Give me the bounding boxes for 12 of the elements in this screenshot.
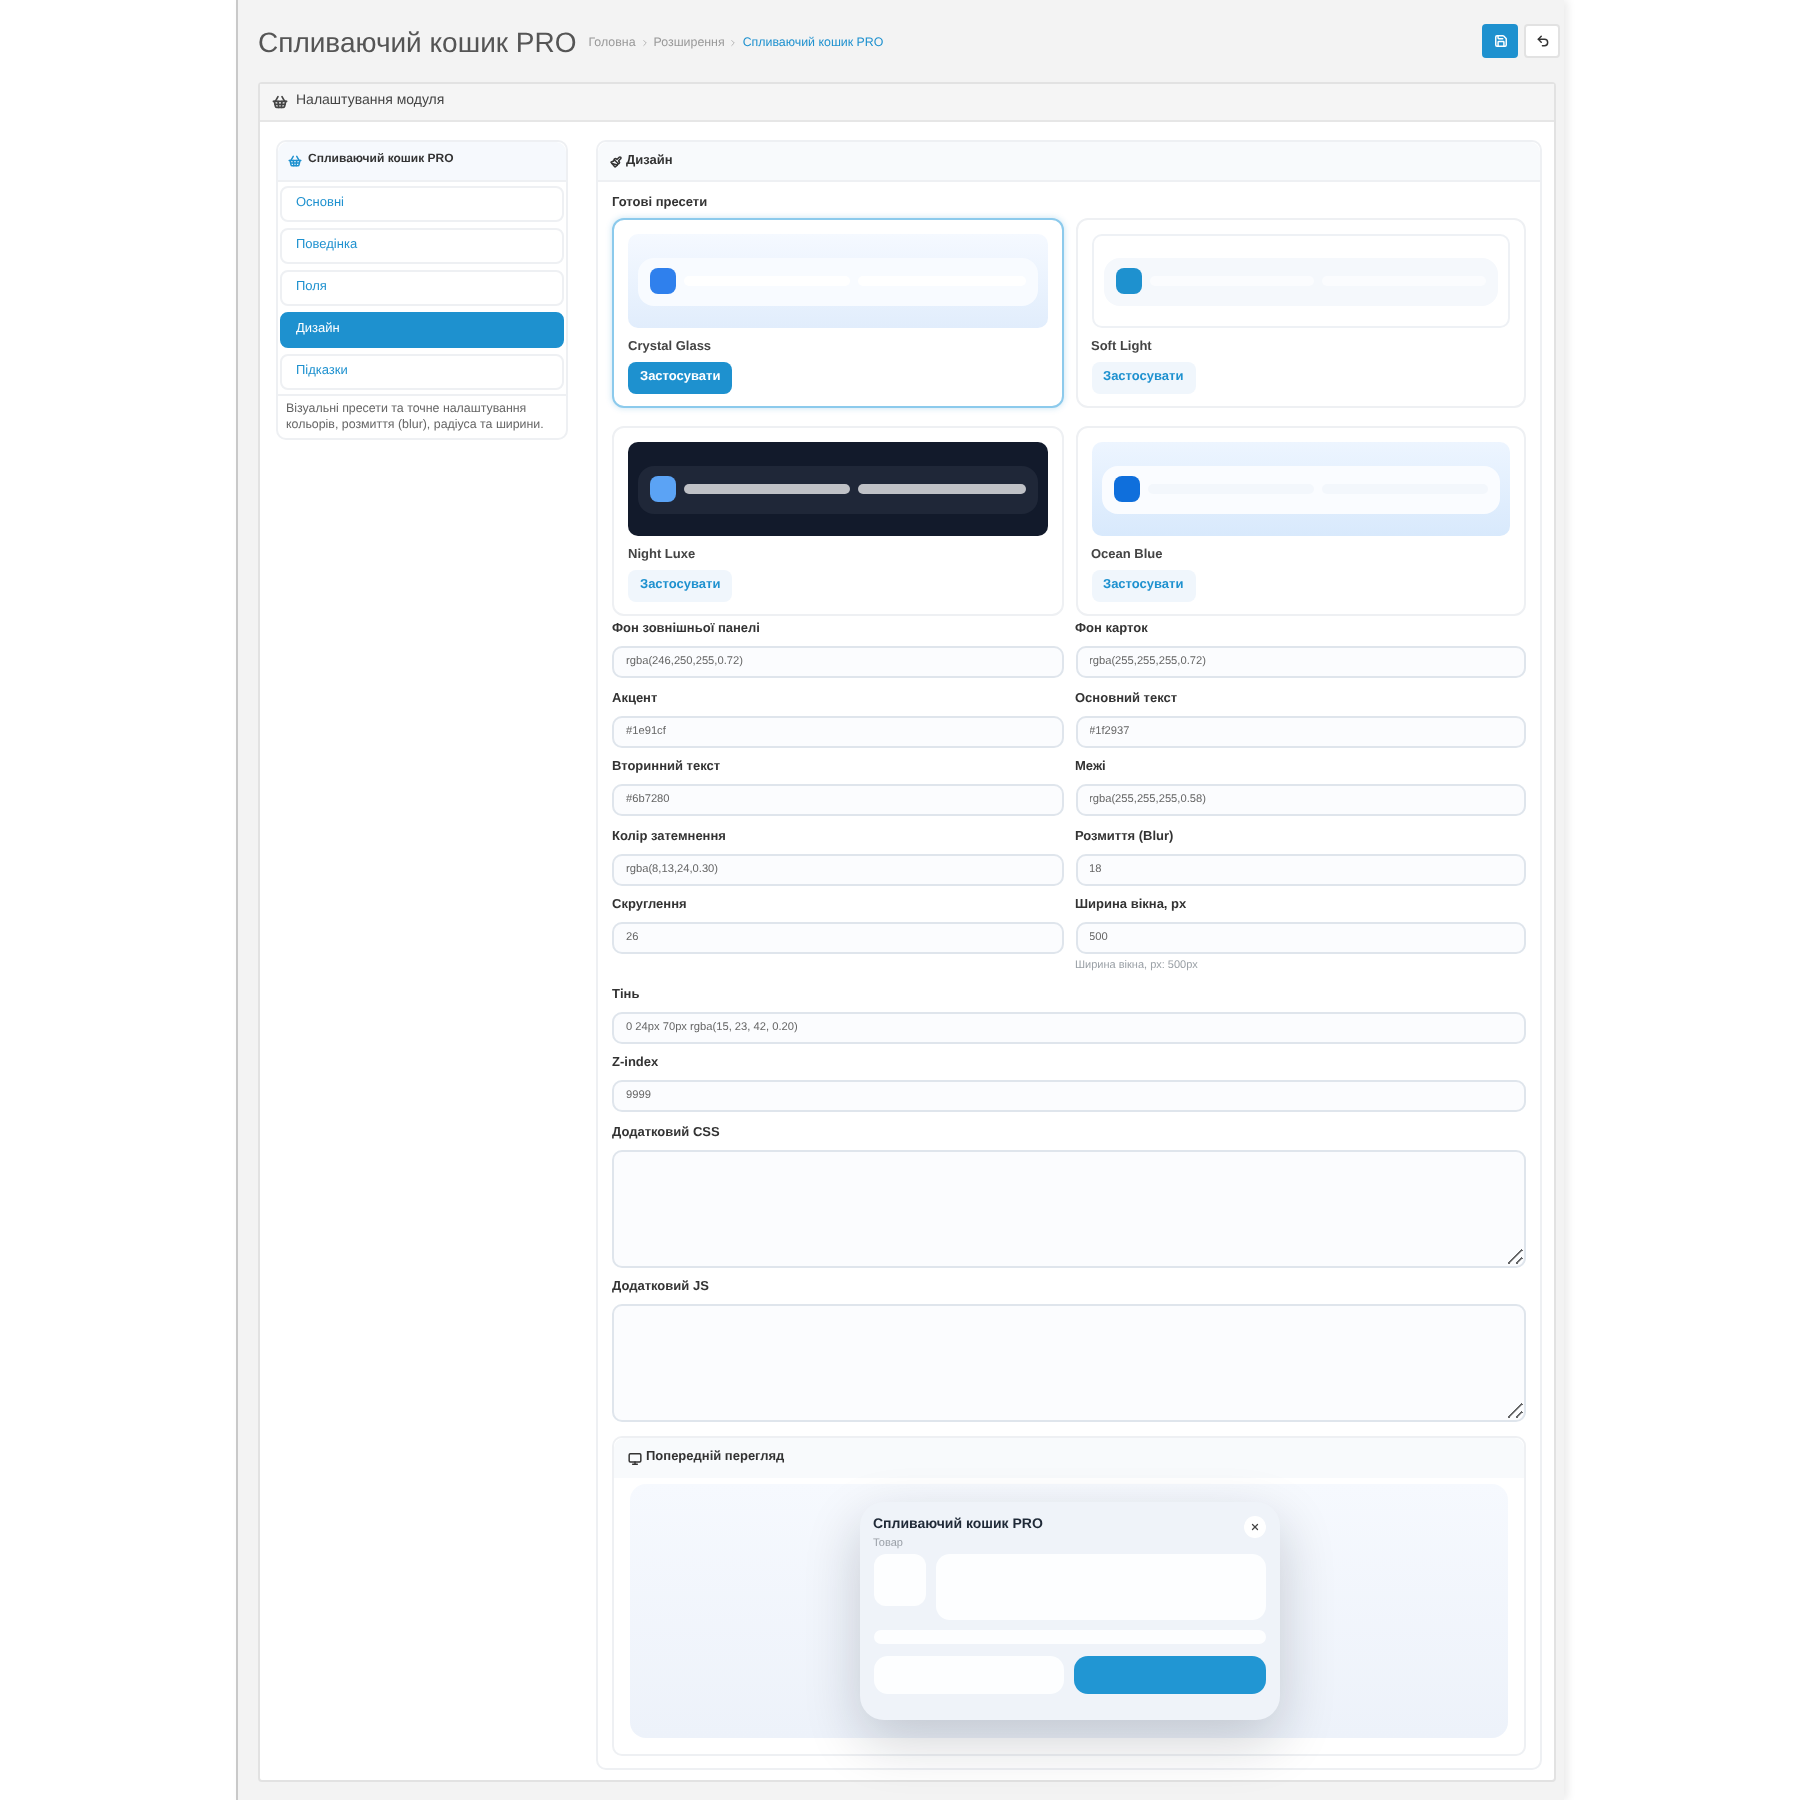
basket-icon — [272, 94, 288, 110]
brush-icon — [610, 155, 622, 167]
close-icon — [1249, 1522, 1259, 1532]
undo-arrow-icon — [1535, 34, 1549, 48]
chevron-icon — [728, 38, 739, 49]
back-button[interactable] — [1524, 24, 1560, 58]
chevron-icon — [639, 38, 650, 49]
save-icon — [1493, 34, 1507, 48]
close-button[interactable] — [1243, 1516, 1265, 1538]
monitor-icon — [628, 1451, 642, 1465]
page-title: Спливаючий кошик PRO — [258, 27, 577, 55]
basket-icon — [288, 154, 302, 168]
